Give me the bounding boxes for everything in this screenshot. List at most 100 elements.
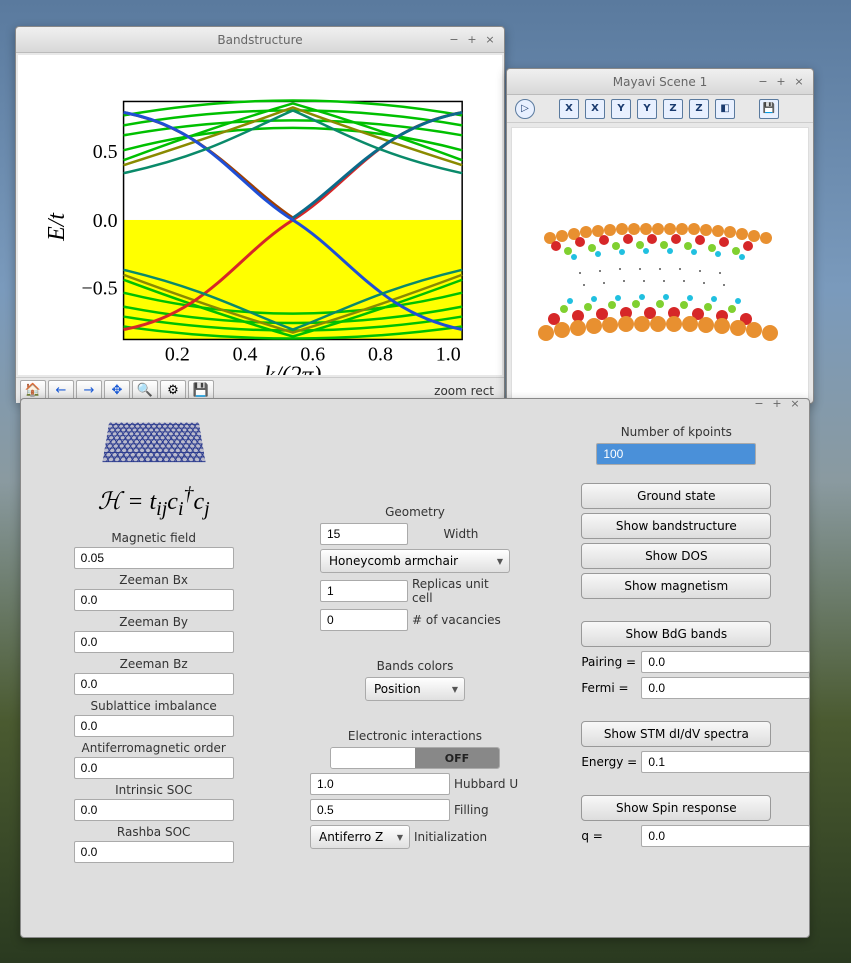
- show-spin-button[interactable]: Show Spin response: [581, 795, 771, 821]
- vacancies-label: # of vacancies: [412, 613, 510, 627]
- svg-text:−0.5: −0.5: [81, 278, 117, 300]
- svg-text:0.4: 0.4: [233, 343, 258, 365]
- hubbard-label: Hubbard U: [454, 777, 520, 791]
- switch-off-label: OFF: [415, 748, 499, 768]
- switch-on-label: [331, 748, 415, 768]
- fermi-input[interactable]: [641, 677, 810, 699]
- nkpoints-label: Number of kpoints: [621, 425, 732, 439]
- sublattice-input[interactable]: [74, 715, 234, 737]
- zeeman-bz-label: Zeeman Bz: [120, 657, 188, 671]
- width-input[interactable]: [320, 523, 408, 545]
- upper-ribbon: [544, 223, 772, 260]
- vacancies-input[interactable]: [320, 609, 408, 631]
- zeeman-bz-input[interactable]: [74, 673, 234, 695]
- maximize-icon[interactable]: +: [773, 74, 789, 90]
- width-label: Width: [412, 527, 510, 541]
- bands-colors-label: Bands colors: [377, 659, 454, 673]
- close-icon[interactable]: ×: [791, 74, 807, 90]
- filling-input[interactable]: [310, 799, 450, 821]
- view-y-minus-icon[interactable]: Y: [637, 99, 657, 119]
- right-column: Number of kpoints Ground state Show band…: [564, 417, 789, 865]
- svg-text:0.0: 0.0: [93, 210, 118, 232]
- pipeline-icon[interactable]: ▷: [515, 99, 535, 119]
- view-x-minus-icon[interactable]: X: [585, 99, 605, 119]
- controls-window: − + × ℋ = tijci†cj Magnetic field Zeeman…: [20, 398, 810, 938]
- isometric-icon[interactable]: ◧: [715, 99, 735, 119]
- mayavi-titlebar[interactable]: Mayavi Scene 1 − + ×: [507, 69, 813, 95]
- mayavi-window: Mayavi Scene 1 − + × ▷ X X Y Y Z Z ◧ 💾: [506, 68, 814, 404]
- pairing-input[interactable]: [641, 651, 810, 673]
- electronic-interactions-label: Electronic interactions: [348, 729, 482, 743]
- magnetic-field-label: Magnetic field: [111, 531, 196, 545]
- zeeman-by-label: Zeeman By: [119, 615, 188, 629]
- svg-text:0.8: 0.8: [368, 343, 393, 365]
- show-stm-button[interactable]: Show STM dI/dV spectra: [581, 721, 771, 747]
- replicas-input[interactable]: [320, 580, 408, 602]
- zeeman-bx-input[interactable]: [74, 589, 234, 611]
- isoc-input[interactable]: [74, 799, 234, 821]
- maximize-icon[interactable]: +: [769, 395, 785, 411]
- save-scene-icon[interactable]: 💾: [759, 99, 779, 119]
- svg-text:1.0: 1.0: [436, 343, 461, 365]
- bandstructure-plot[interactable]: 0.5 0.0 −0.5 0.2 0.4 0.6 0.8 1.0 E/t k/(…: [18, 55, 502, 375]
- view-x-plus-icon[interactable]: X: [559, 99, 579, 119]
- close-icon[interactable]: ×: [787, 395, 803, 411]
- view-y-plus-icon[interactable]: Y: [611, 99, 631, 119]
- afm-label: Antiferromagnetic order: [82, 741, 226, 755]
- fermi-label: Fermi =: [581, 681, 637, 695]
- close-icon[interactable]: ×: [482, 32, 498, 48]
- minimize-icon[interactable]: −: [755, 74, 771, 90]
- geometry-label: Geometry: [385, 505, 445, 519]
- bandstructure-window: Bandstructure − + ×: [15, 26, 505, 402]
- left-column: ℋ = tijci†cj Magnetic field Zeeman Bx Ze…: [41, 417, 266, 865]
- show-bdg-button[interactable]: Show BdG bands: [581, 621, 771, 647]
- toolbar-status: zoom rect: [434, 384, 500, 398]
- view-z-minus-icon[interactable]: Z: [689, 99, 709, 119]
- lattice-select[interactable]: Honeycomb armchair: [320, 549, 510, 573]
- middle-column: Geometry Width Honeycomb armchair Replic…: [302, 417, 527, 865]
- magnetic-field-input[interactable]: [74, 547, 234, 569]
- magnetic-field-group: Magnetic field: [74, 531, 234, 569]
- controls-titlebar[interactable]: − + ×: [21, 399, 809, 409]
- nkpoints-input[interactable]: [596, 443, 756, 465]
- svg-text:E/t: E/t: [44, 212, 70, 242]
- sublattice-label: Sublattice imbalance: [90, 699, 216, 713]
- mayavi-3d-scene[interactable]: [511, 127, 809, 399]
- zeeman-by-input[interactable]: [74, 631, 234, 653]
- energy-input[interactable]: [641, 751, 810, 773]
- q-input[interactable]: [641, 825, 810, 847]
- svg-text:k/(2π): k/(2π): [264, 362, 321, 375]
- q-label: q =: [581, 829, 637, 843]
- show-bandstructure-button[interactable]: Show bandstructure: [581, 513, 771, 539]
- lower-ribbon: [538, 294, 778, 341]
- hubbard-input[interactable]: [310, 773, 450, 795]
- pairing-label: Pairing =: [581, 655, 637, 669]
- initialization-select[interactable]: Antiferro Z: [310, 825, 410, 849]
- afm-input[interactable]: [74, 757, 234, 779]
- zeeman-bx-label: Zeeman Bx: [119, 573, 188, 587]
- rashba-label: Rashba SOC: [117, 825, 191, 839]
- filling-label: Filling: [454, 803, 520, 817]
- replicas-label: Replicas unit cell: [412, 577, 510, 605]
- isoc-label: Intrinsic SOC: [115, 783, 192, 797]
- interactions-switch[interactable]: OFF: [330, 747, 500, 769]
- hamiltonian-equation: ℋ = tijci†cj: [98, 469, 210, 527]
- view-z-plus-icon[interactable]: Z: [663, 99, 683, 119]
- show-magnetism-button[interactable]: Show magnetism: [581, 573, 771, 599]
- bandstructure-title: Bandstructure: [16, 33, 504, 47]
- ground-state-button[interactable]: Ground state: [581, 483, 771, 509]
- bands-colors-select[interactable]: Position: [365, 677, 465, 701]
- mayavi-toolbar: ▷ X X Y Y Z Z ◧ 💾: [507, 95, 813, 123]
- show-dos-button[interactable]: Show DOS: [581, 543, 771, 569]
- dot-field: [579, 268, 725, 286]
- maximize-icon[interactable]: +: [464, 32, 480, 48]
- svg-text:0.5: 0.5: [93, 141, 118, 163]
- energy-label: Energy =: [581, 755, 637, 769]
- rashba-input[interactable]: [74, 841, 234, 863]
- svg-text:0.2: 0.2: [165, 343, 190, 365]
- minimize-icon[interactable]: −: [751, 395, 767, 411]
- lattice-thumbnail: [102, 423, 205, 463]
- initialization-label: Initialization: [414, 830, 520, 844]
- bandstructure-titlebar[interactable]: Bandstructure − + ×: [16, 27, 504, 53]
- minimize-icon[interactable]: −: [446, 32, 462, 48]
